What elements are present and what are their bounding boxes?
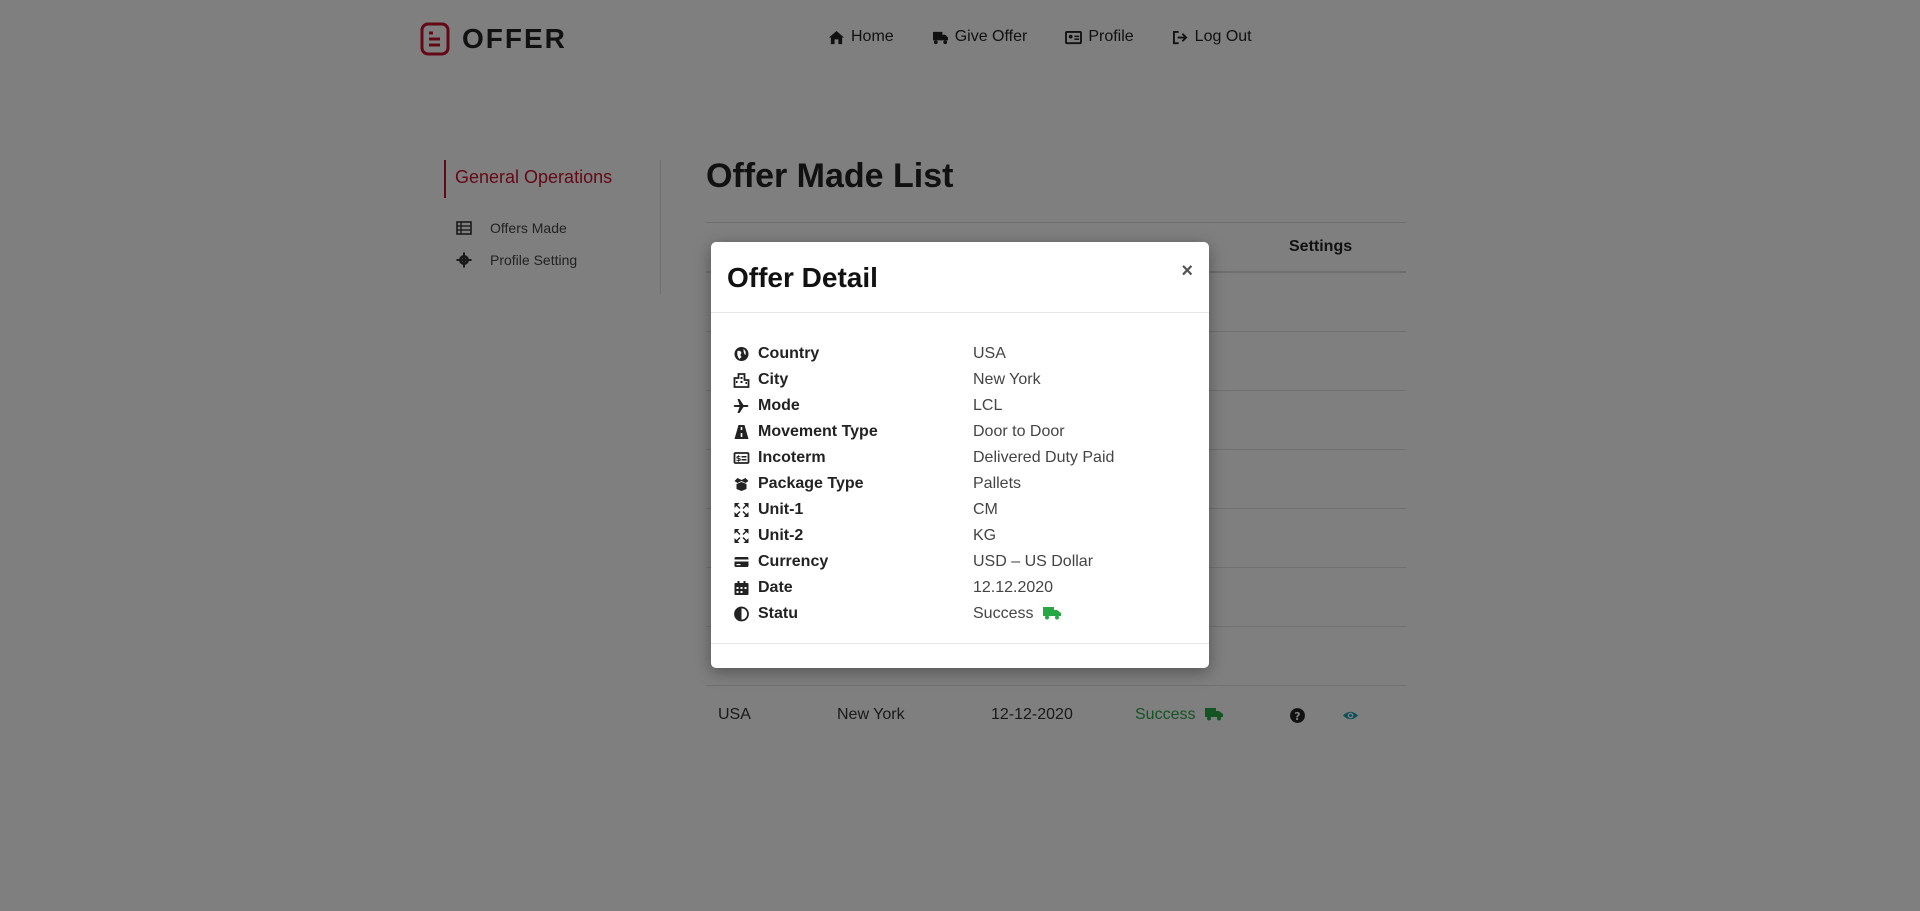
offer-detail-modal: Offer Detail × Country USA City New York… bbox=[711, 242, 1209, 668]
detail-label-text: Incoterm bbox=[758, 449, 826, 466]
detail-label-text: Movement Type bbox=[758, 423, 878, 440]
detail-label: Currency bbox=[733, 553, 973, 571]
detail-label: $ Incoterm bbox=[733, 449, 973, 467]
detail-label-text: Package Type bbox=[758, 475, 864, 492]
modal-header: Offer Detail × bbox=[711, 242, 1209, 313]
detail-label-text: Statu bbox=[758, 605, 798, 622]
modal-footer bbox=[711, 643, 1209, 668]
city-icon bbox=[733, 373, 750, 388]
detail-label: City bbox=[733, 371, 973, 389]
detail-label-text: Mode bbox=[758, 397, 800, 414]
detail-value-status: Success bbox=[973, 605, 1062, 623]
plane-icon bbox=[733, 399, 749, 413]
detail-label-text: Unit-2 bbox=[758, 527, 804, 544]
close-button[interactable]: × bbox=[1181, 260, 1193, 283]
detail-row-movement-type: Movement Type Door to Door bbox=[733, 419, 1187, 445]
detail-row-currency: Currency USD – US Dollar bbox=[733, 549, 1187, 575]
detail-label: Package Type bbox=[733, 475, 973, 493]
detail-label-text: Currency bbox=[758, 553, 829, 570]
detail-value-unit-2: KG bbox=[973, 527, 997, 544]
detail-row-unit-1: Unit-1 CM bbox=[733, 497, 1187, 523]
detail-row-date: Date 12.12.2020 bbox=[733, 575, 1187, 601]
detail-label-text: Date bbox=[758, 579, 793, 596]
detail-row-country: Country USA bbox=[733, 341, 1187, 367]
truck-icon bbox=[1042, 607, 1061, 620]
modal-title: Offer Detail bbox=[727, 262, 878, 293]
detail-label: Movement Type bbox=[733, 423, 973, 441]
detail-value-mode: LCL bbox=[973, 397, 1003, 414]
detail-label: Unit-2 bbox=[733, 527, 973, 545]
detail-value-date: 12.12.2020 bbox=[973, 579, 1054, 596]
detail-value-incoterm: Delivered Duty Paid bbox=[973, 449, 1115, 466]
detail-label-text: City bbox=[758, 371, 789, 388]
credit-card-icon bbox=[734, 557, 749, 567]
detail-label: Date bbox=[733, 579, 973, 597]
status-badge: Success bbox=[973, 605, 1034, 622]
expand-icon bbox=[734, 503, 749, 517]
detail-row-unit-2: Unit-2 KG bbox=[733, 523, 1187, 549]
road-icon bbox=[734, 425, 749, 439]
detail-label-text: Country bbox=[758, 345, 820, 362]
detail-row-mode: Mode LCL bbox=[733, 393, 1187, 419]
box-open-icon bbox=[734, 478, 749, 491]
detail-row-status: Statu Success bbox=[733, 601, 1187, 627]
detail-label-text: Unit-1 bbox=[758, 501, 804, 518]
svg-text:$: $ bbox=[736, 454, 742, 463]
detail-label: Unit-1 bbox=[733, 501, 973, 519]
modal-body: Country USA City New York Mode LCL Movem… bbox=[711, 313, 1209, 641]
calendar-icon bbox=[734, 581, 749, 595]
detail-value-country: USA bbox=[973, 345, 1006, 362]
detail-value-unit-1: CM bbox=[973, 501, 998, 518]
detail-row-package-type: Package Type Pallets bbox=[733, 471, 1187, 497]
detail-label: Statu bbox=[733, 605, 973, 623]
detail-value-currency: USD – US Dollar bbox=[973, 553, 1094, 570]
expand-icon bbox=[734, 529, 749, 543]
detail-row-incoterm: $ Incoterm Delivered Duty Paid bbox=[733, 445, 1187, 471]
detail-value-movement-type: Door to Door bbox=[973, 423, 1065, 440]
detail-row-city: City New York bbox=[733, 367, 1187, 393]
detail-value-package-type: Pallets bbox=[973, 475, 1022, 492]
detail-label: Mode bbox=[733, 397, 973, 415]
money-check-icon: $ bbox=[733, 452, 750, 464]
detail-label: Country bbox=[733, 345, 973, 363]
detail-value-city: New York bbox=[973, 371, 1041, 388]
globe-icon bbox=[734, 347, 749, 361]
adjust-icon bbox=[734, 606, 749, 622]
